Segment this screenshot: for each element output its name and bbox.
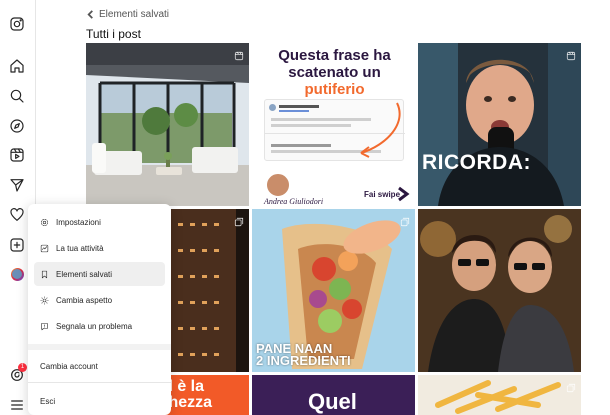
- menu-item-saved[interactable]: Elementi salvati: [34, 262, 165, 286]
- post-5-caption-line2: 2 INGREDIENTI: [256, 353, 351, 368]
- post-2-author: Andrea Giuliodori: [264, 197, 324, 206]
- menu-item-logout[interactable]: Esci: [34, 389, 165, 413]
- back-link[interactable]: Elementi salvati: [86, 9, 169, 20]
- post-2-headline-accent: putiferio: [304, 81, 365, 98]
- sun-icon: [40, 295, 49, 305]
- menu-item-activity[interactable]: La tua attività: [34, 236, 165, 260]
- menu-item-label: La tua attività: [56, 243, 104, 253]
- chevron-right-icon: [398, 186, 410, 202]
- activity-icon: [40, 244, 49, 252]
- search-icon[interactable]: [8, 87, 26, 105]
- menu-item-label: Segnala un problema: [56, 321, 133, 331]
- create-icon[interactable]: [8, 236, 26, 254]
- carousel-icon: [234, 214, 244, 227]
- menu-item-label: Elementi salvati: [56, 269, 113, 279]
- more-menu-popup: Impostazioni La tua attività Elementi sa…: [28, 204, 171, 415]
- reel-icon: [566, 48, 576, 61]
- menu-item-label: Cambia account: [40, 361, 98, 371]
- menu-item-label: Esci: [40, 396, 56, 406]
- author-avatar: [266, 173, 290, 197]
- post-9-thumbnail: [418, 375, 581, 415]
- post-3-thumbnail: [418, 43, 581, 206]
- chevron-left-icon: [87, 10, 93, 19]
- saved-post-8[interactable]: Quel: [252, 375, 415, 415]
- saved-post-9[interactable]: [418, 375, 581, 415]
- post-2-headline: Questa frase ha scatenato un: [278, 47, 391, 81]
- menu-item-settings[interactable]: Impostazioni: [34, 210, 165, 234]
- post-3-caption: RICORDA:: [422, 151, 531, 174]
- saved-post-6[interactable]: [418, 209, 581, 372]
- post-6-thumbnail: [418, 209, 581, 372]
- menu-item-appearance[interactable]: Cambia aspetto: [34, 288, 165, 312]
- menu-item-report[interactable]: Segnala un problema: [34, 314, 165, 338]
- curved-arrow-icon: [360, 102, 401, 158]
- post-8-caption: Quel: [308, 389, 357, 414]
- bookmark-icon: [41, 270, 48, 278]
- saved-post-2[interactable]: Questa frase ha scatenato un putiferio A…: [252, 43, 415, 206]
- notifications-icon[interactable]: [8, 206, 26, 224]
- menu-item-label: Impostazioni: [56, 217, 101, 227]
- report-icon: [41, 322, 48, 330]
- reel-icon: [234, 48, 244, 61]
- menu-item-switch-account[interactable]: Cambia account: [34, 354, 165, 378]
- messages-icon[interactable]: [8, 176, 26, 194]
- explore-icon[interactable]: [8, 117, 26, 135]
- back-link-label: Elementi salvati: [99, 9, 170, 20]
- menu-divider: [28, 382, 171, 383]
- page-title: Tutti i post: [86, 27, 141, 41]
- threads-notification-badge: 1: [18, 363, 27, 372]
- saved-post-1[interactable]: [86, 43, 249, 206]
- profile-avatar[interactable]: [8, 265, 26, 283]
- more-menu-icon[interactable]: [8, 396, 26, 414]
- carousel-icon: [566, 380, 576, 393]
- saved-post-5[interactable]: PANE NAAN 2 INGREDIENTI: [252, 209, 415, 372]
- instagram-icon[interactable]: [8, 15, 26, 33]
- post-2-cta: Fai swipe: [364, 190, 401, 199]
- home-icon[interactable]: [8, 57, 26, 75]
- carousel-icon: [400, 214, 410, 227]
- menu-separator: [28, 344, 171, 350]
- gear-icon: [41, 218, 48, 226]
- menu-item-label: Cambia aspetto: [56, 295, 113, 305]
- reels-icon[interactable]: [8, 146, 26, 164]
- threads-icon[interactable]: 1: [8, 363, 27, 384]
- saved-post-3[interactable]: RICORDA:: [418, 43, 581, 206]
- post-1-thumbnail: [86, 43, 249, 206]
